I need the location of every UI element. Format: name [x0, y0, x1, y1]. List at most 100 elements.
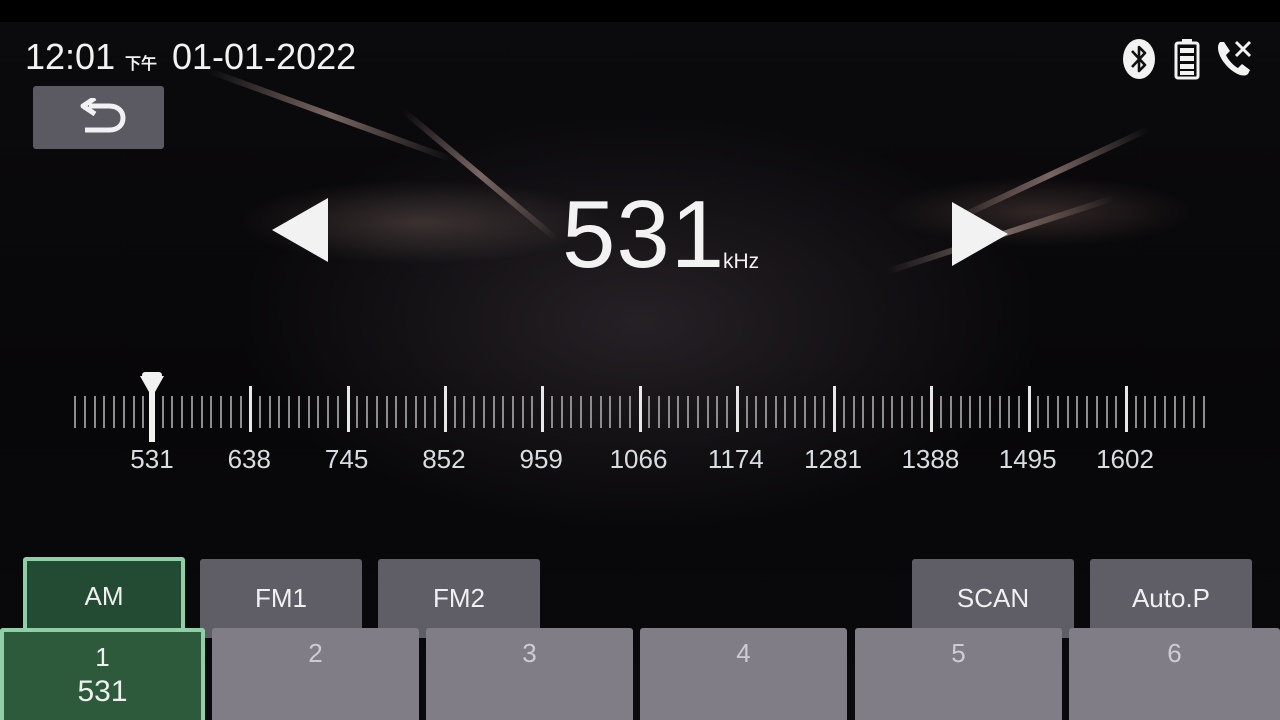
preset-6[interactable]: 6 — [1069, 628, 1280, 720]
seek-back-button[interactable] — [272, 198, 328, 262]
dial-tick — [171, 396, 174, 428]
dial-tick — [667, 396, 670, 428]
preset-2[interactable]: 2 — [212, 628, 419, 720]
dial-tick — [229, 396, 232, 428]
dial-tick — [589, 396, 592, 428]
dial-tick — [453, 396, 456, 428]
dial-tick — [512, 396, 514, 428]
dial-label: 1174 — [707, 444, 764, 474]
dial-tick — [317, 396, 320, 428]
preset-number: 1 — [95, 642, 110, 672]
dial-tick — [181, 396, 184, 428]
dial-tick — [599, 396, 602, 428]
dial-tick — [404, 396, 407, 428]
dial-tick — [1154, 396, 1157, 428]
dial-tick — [609, 396, 612, 428]
dial-tick — [755, 396, 758, 428]
dial-tick — [959, 396, 962, 428]
dial-major-tick — [930, 386, 934, 432]
dial-label: 1281 — [804, 444, 863, 474]
dial-tick — [745, 396, 748, 428]
dial-tick — [366, 396, 369, 428]
dial-tick — [1163, 396, 1166, 428]
dial-label: 1495 — [998, 444, 1057, 474]
dial-tick — [872, 396, 875, 428]
frequency-unit: kHz — [723, 250, 760, 273]
dial-tick — [278, 396, 281, 428]
dial-tick — [842, 396, 845, 428]
dial-tick — [502, 396, 505, 428]
dial-tick — [521, 396, 524, 428]
dial-tick — [288, 396, 291, 428]
preset-number: 2 — [308, 638, 323, 668]
dial-tick — [619, 396, 622, 428]
dial-tick — [570, 396, 573, 428]
dial-label: 959 — [519, 444, 563, 474]
dial-tick — [910, 396, 913, 428]
frequency-dial[interactable]: 531 638 745 852 959 1066 1174 1281 1388 1495 1602 — [60, 372, 1220, 502]
seek-forward-button[interactable] — [952, 202, 1008, 266]
back-button[interactable] — [33, 86, 164, 149]
preset-5[interactable]: 5 — [855, 628, 1062, 720]
dial-label: 745 — [324, 444, 369, 474]
dial-tick — [385, 396, 388, 428]
preset-4[interactable]: 4 — [640, 628, 847, 720]
dial-tick — [813, 396, 816, 428]
dial-tick — [823, 396, 826, 428]
preset-3[interactable]: 3 — [426, 628, 633, 720]
dial-tick — [103, 396, 106, 428]
dial-tick — [988, 396, 991, 428]
status-ampm: 下午 — [125, 56, 158, 73]
radio-screen: 12:01 下午 01-01-2022 531 kHz 531 638 745 … — [0, 22, 1280, 720]
preset-number: 4 — [736, 638, 751, 668]
dial-tick — [1144, 396, 1147, 428]
dial-tick — [414, 396, 417, 428]
dial-tick — [764, 396, 767, 428]
dial-tick — [132, 396, 135, 428]
dial-tick — [920, 396, 923, 428]
band-fm1-button[interactable]: FM1 — [200, 559, 362, 638]
dial-tick — [550, 396, 553, 428]
dial-tick — [881, 396, 884, 428]
dial-tick — [268, 396, 271, 428]
preset-1[interactable]: 1 531 — [0, 628, 205, 720]
dial-major-tick — [735, 386, 739, 432]
dial-tick — [482, 396, 485, 428]
dial-tick — [356, 396, 359, 428]
dial-tick — [940, 396, 943, 428]
dial-major-tick — [833, 386, 837, 432]
dial-tick — [122, 396, 125, 428]
dial-tick — [716, 396, 719, 428]
dial-tick — [677, 396, 680, 428]
band-fm2-button[interactable]: FM2 — [378, 559, 540, 638]
dial-label: 1388 — [901, 444, 960, 474]
dial-major-tick — [443, 386, 447, 432]
dial-major-tick — [541, 386, 545, 432]
dial-tick — [1008, 396, 1011, 428]
dial-tick — [395, 396, 398, 428]
scan-button[interactable]: SCAN — [912, 559, 1074, 638]
dial-tick — [473, 396, 476, 428]
auto-preset-button[interactable]: Auto.P — [1090, 559, 1252, 638]
frequency-display: 531 — [562, 181, 726, 288]
dial-tick — [560, 396, 563, 428]
dial-label: 638 — [227, 444, 271, 474]
dial-tick — [434, 396, 437, 428]
dial-tick — [531, 396, 534, 428]
back-arrow-icon — [80, 97, 126, 132]
dial-tick — [852, 396, 855, 428]
dial-tick — [463, 396, 466, 428]
dial-tick — [259, 396, 262, 428]
band-am-button[interactable]: AM — [23, 557, 185, 636]
dial-tick — [901, 396, 904, 428]
dial-tick — [1202, 396, 1205, 428]
dial-tick — [307, 396, 310, 428]
dial-tick — [803, 396, 806, 428]
dial-tick — [979, 396, 982, 428]
preset-number: 6 — [1167, 638, 1182, 668]
dial-label: 1066 — [609, 444, 668, 474]
dial-tick — [969, 396, 972, 428]
dial-tick — [696, 396, 699, 428]
dial-tick — [1105, 396, 1108, 428]
dial-tick — [998, 396, 1001, 428]
